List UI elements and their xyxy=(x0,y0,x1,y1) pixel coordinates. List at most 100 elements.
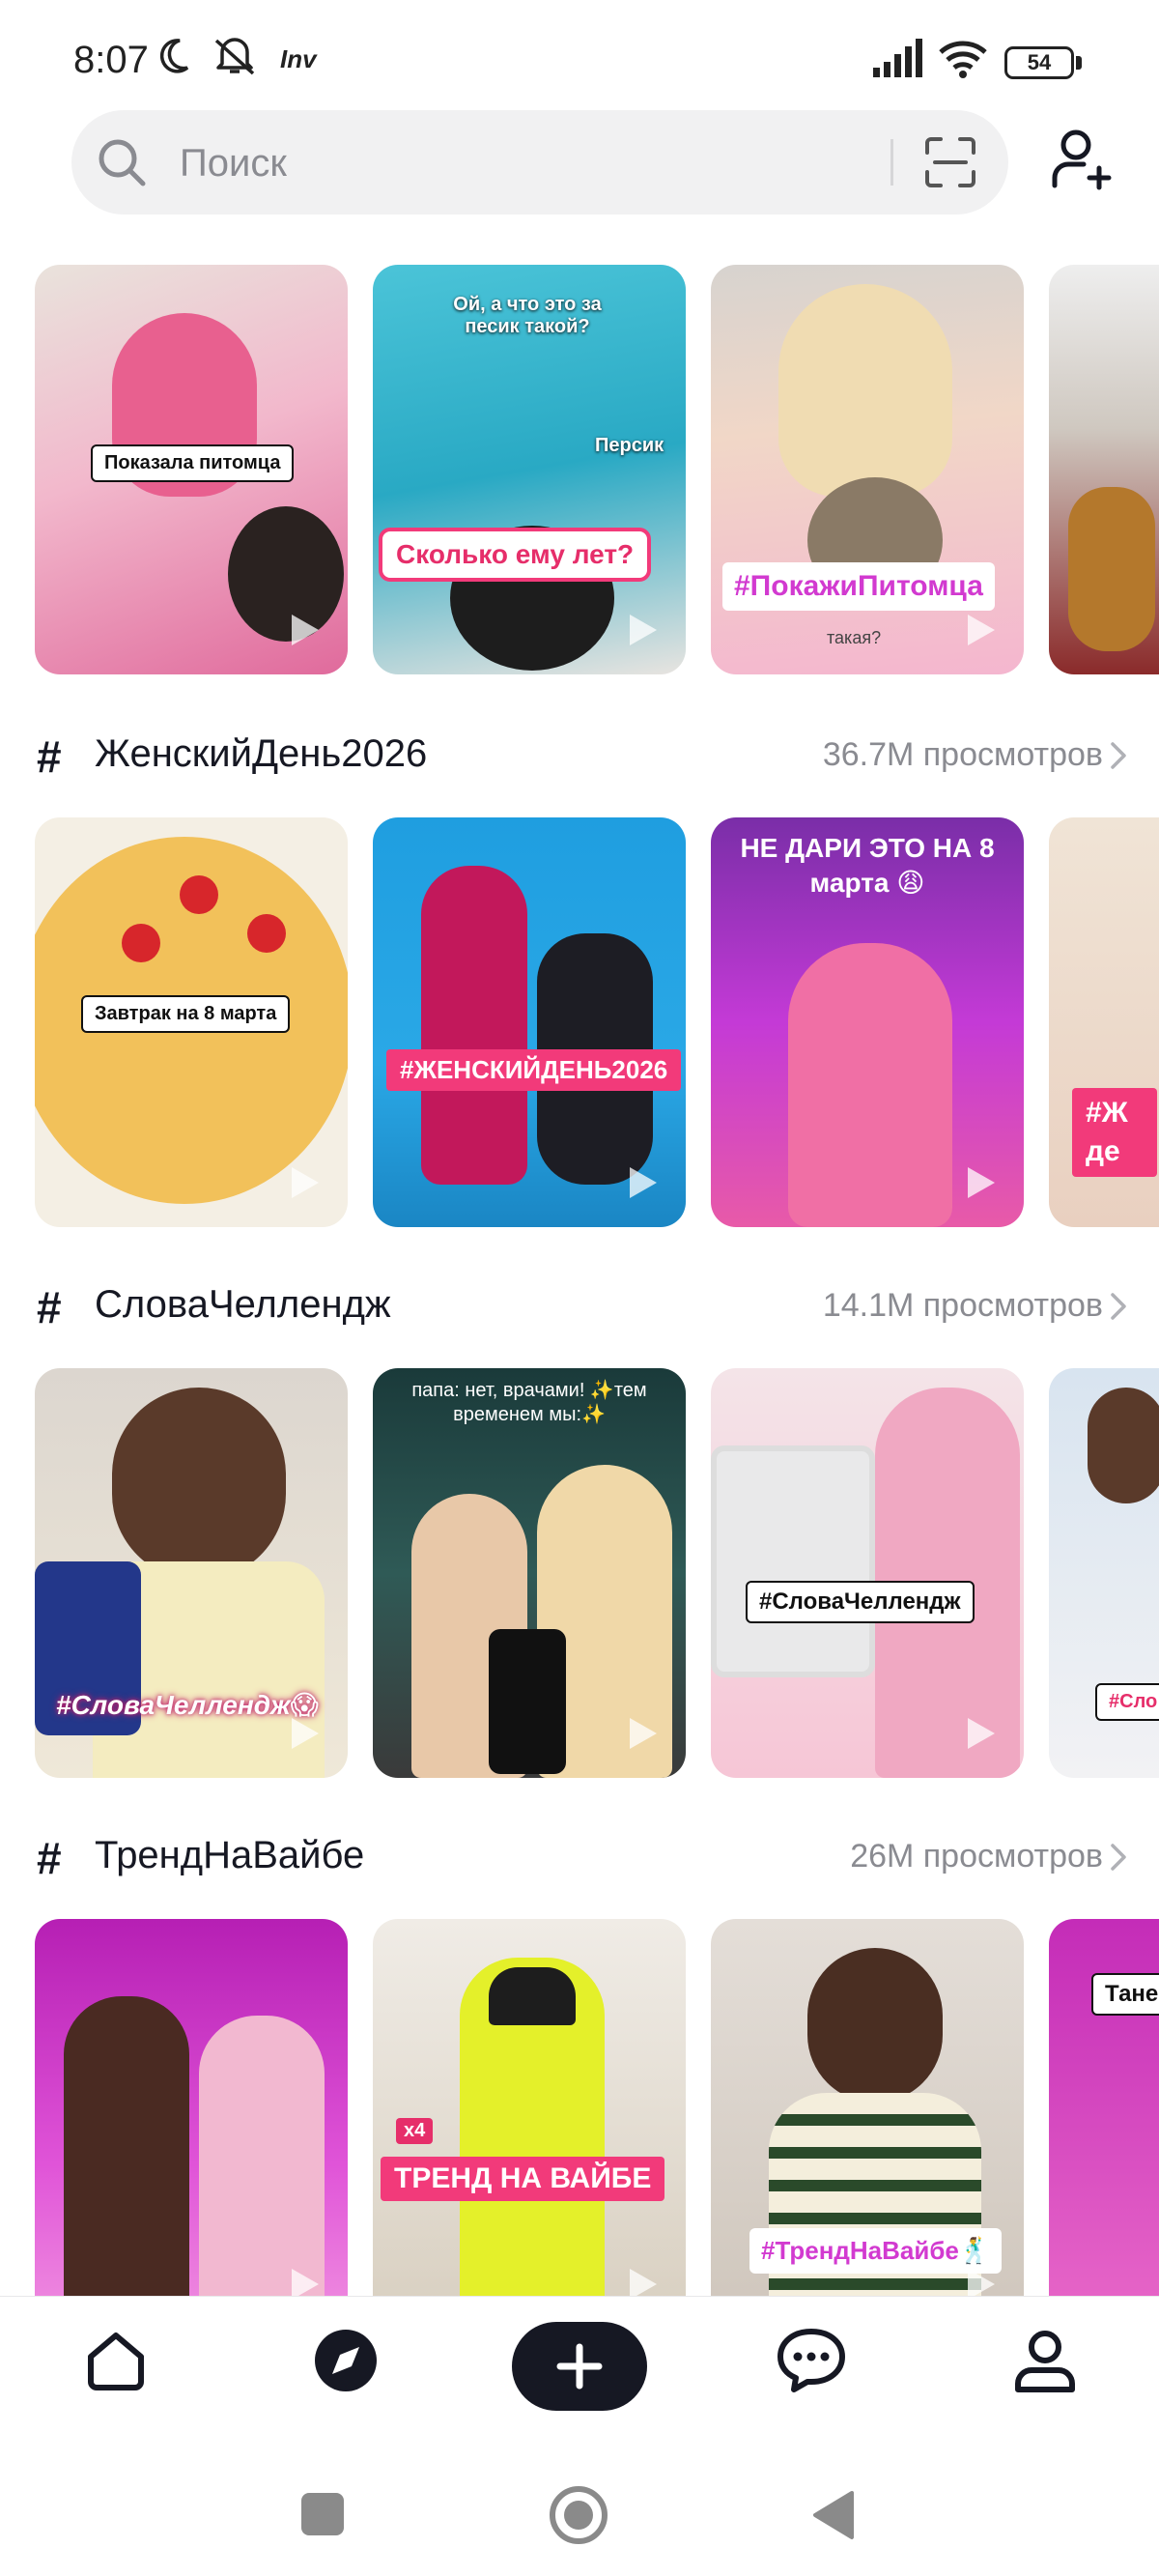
video-caption: #ЖЕНСКИЙДЕНЬ2026 xyxy=(386,1049,682,1091)
thumbnail-figure xyxy=(64,1996,189,2296)
hashtag-icon: # xyxy=(37,731,62,782)
play-icon xyxy=(968,615,995,645)
video-top-text: НЕ ДАРИ ЭТО НА 8 марта 😩 xyxy=(740,833,995,898)
video-caption: Тане xyxy=(1091,1973,1159,2016)
search-icon xyxy=(99,139,146,186)
thumbnail-figure xyxy=(788,943,952,1227)
home-circle-icon[interactable] xyxy=(547,2483,610,2547)
hashtag-header[interactable]: # СловаЧеллендж 14.1M просмотров xyxy=(37,1277,1128,1335)
hashtag-views: 26M просмотров xyxy=(850,1838,1103,1875)
play-icon xyxy=(292,1718,319,1749)
battery-nub xyxy=(1076,56,1082,70)
video-caption: #ПокажиПитомца xyxy=(722,562,995,611)
video-thumbnail[interactable]: #Ж де xyxy=(1049,817,1159,1227)
video-caption: #СловаЧеллендж xyxy=(746,1581,975,1623)
hashtag-header[interactable]: # ТрендНаВайбе 26M просмотров xyxy=(37,1828,1128,1886)
search-input[interactable] xyxy=(178,110,935,216)
back-icon[interactable] xyxy=(809,2489,858,2541)
video-thumbnail[interactable]: Показала питомца xyxy=(35,265,348,674)
plus-icon xyxy=(556,2343,603,2390)
thumbnail-tomato xyxy=(247,914,286,953)
video-row-trending: Показала питомца Ой, а что это за песик … xyxy=(0,265,1159,674)
hashtag-title: ЖенскийДень2026 xyxy=(95,732,428,775)
signal-icon xyxy=(873,39,922,77)
video-top-text: Ой, а что это за песик такой? xyxy=(453,294,602,337)
home-icon[interactable] xyxy=(81,2326,151,2395)
thumbnail-figure xyxy=(1088,1388,1159,1503)
play-icon xyxy=(630,1167,657,1198)
play-icon xyxy=(292,615,319,645)
video-badge: x4 xyxy=(396,2118,434,2144)
moon-icon xyxy=(159,39,189,73)
video-thumbnail[interactable]: папа: нет, врачами! ✨тем временем мы:✨ xyxy=(373,1368,686,1778)
thumbnail-tablet xyxy=(711,1445,875,1677)
video-caption: #Сло xyxy=(1095,1683,1159,1721)
thumbnail-tomato xyxy=(180,875,218,914)
recents-icon[interactable] xyxy=(301,2493,344,2535)
create-button[interactable] xyxy=(512,2322,647,2411)
video-side-text: Персик xyxy=(595,435,664,456)
thumbnail-tomato xyxy=(122,924,160,962)
status-bar: 8:07 Inv 54 xyxy=(0,0,1159,106)
bottom-nav xyxy=(0,2296,1159,2451)
video-caption: Показала питомца xyxy=(91,444,295,482)
video-thumbnail[interactable]: Ой, а что это за песик такой? Персик Ско… xyxy=(373,265,686,674)
hashtag-icon: # xyxy=(37,1282,62,1332)
hashtag-views: 14.1M просмотров xyxy=(822,1287,1103,1324)
play-icon xyxy=(968,1167,995,1198)
video-caption: #СловаЧеллендж😱 xyxy=(56,1690,319,1720)
thumbnail-figure xyxy=(112,1388,286,1581)
play-icon xyxy=(968,2269,995,2296)
thumbnail-figure xyxy=(199,2016,325,2296)
video-row-words-challenge: #СловаЧеллендж😱 папа: нет, врачами! ✨тем… xyxy=(0,1368,1159,1778)
hashtag-title: СловаЧеллендж xyxy=(95,1283,391,1326)
inbox-icon[interactable] xyxy=(775,2326,848,2395)
video-thumbnail[interactable] xyxy=(35,1919,348,2296)
mute-icon xyxy=(214,38,255,75)
discover-icon[interactable] xyxy=(311,2326,381,2395)
video-thumbnail[interactable]: #Сло xyxy=(1049,1368,1159,1778)
chevron-right-icon xyxy=(1111,742,1126,769)
thumbnail-figure xyxy=(421,866,527,1185)
video-thumbnail[interactable]: #СловаЧеллендж😱 xyxy=(35,1368,348,1778)
search-divider xyxy=(890,139,893,186)
video-row-womens-day: Завтрак на 8 марта #ЖЕНСКИЙДЕНЬ2026 НЕ Д… xyxy=(0,817,1159,1227)
hashtag-header[interactable]: # ЖенскийДень2026 36.7M просмотров xyxy=(37,727,1128,785)
hashtag-views: 36.7M просмотров xyxy=(822,736,1103,773)
search-bar[interactable] xyxy=(71,110,1008,216)
video-thumbnail[interactable]: #ПокажиПитомца такая? xyxy=(711,265,1024,674)
thumbnail-pet xyxy=(228,506,344,642)
play-icon xyxy=(968,1718,995,1749)
video-row-vibe-trend: x4 ТРЕНД НА ВАЙБЕ #ТрендНаВайбе🕺 Тане xyxy=(0,1919,1159,2296)
video-thumbnail[interactable] xyxy=(1049,265,1159,674)
video-caption: #Ж де xyxy=(1072,1088,1157,1177)
play-icon xyxy=(292,1167,319,1198)
profile-icon[interactable] xyxy=(1010,2326,1080,2395)
video-thumbnail[interactable]: #СловаЧеллендж xyxy=(711,1368,1024,1778)
chevron-right-icon xyxy=(1111,1293,1126,1320)
video-top-text: папа: нет, врачами! ✨тем временем мы:✨ xyxy=(411,1380,647,1425)
video-caption: Сколько ему лет? xyxy=(379,528,652,582)
play-icon xyxy=(292,2269,319,2296)
video-thumbnail[interactable]: Завтрак на 8 марта xyxy=(35,817,348,1227)
thumbnail-figure xyxy=(807,1948,943,2103)
play-icon xyxy=(630,2269,657,2296)
video-thumbnail[interactable]: НЕ ДАРИ ЭТО НА 8 марта 😩 xyxy=(711,817,1024,1227)
video-thumbnail[interactable]: x4 ТРЕНД НА ВАЙБЕ xyxy=(373,1919,686,2296)
thumbnail-figure xyxy=(778,284,952,497)
add-friend-icon[interactable] xyxy=(1049,126,1117,193)
video-thumbnail[interactable]: Тане xyxy=(1049,1919,1159,2296)
hashtag-icon: # xyxy=(37,1833,62,1883)
system-nav-bar xyxy=(0,2450,1159,2576)
video-caption: Завтрак на 8 марта xyxy=(81,995,291,1033)
status-time: 8:07 xyxy=(73,39,149,81)
video-thumbnail[interactable]: #ЖЕНСКИЙДЕНЬ2026 xyxy=(373,817,686,1227)
hashtag-title: ТрендНаВайбе xyxy=(95,1834,365,1876)
thumbnail-pet xyxy=(1068,487,1155,651)
video-thumbnail[interactable]: #ТрендНаВайбе🕺 xyxy=(711,1919,1024,2296)
thumbnail-phone xyxy=(489,1629,566,1774)
scan-icon[interactable] xyxy=(921,133,979,191)
video-caption: ТРЕНД НА ВАЙБЕ xyxy=(381,2157,665,2201)
video-bottom-text: такая? xyxy=(827,628,882,647)
chevron-right-icon xyxy=(1111,1844,1126,1871)
